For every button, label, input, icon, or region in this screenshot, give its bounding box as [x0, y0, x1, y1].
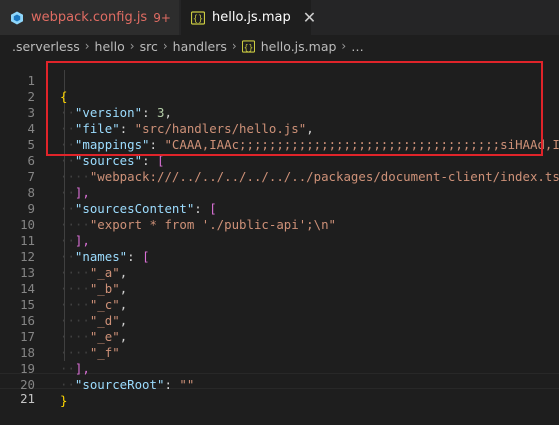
code-line: 4 ··"mappings": "CAAA,IAAc;;;;;;;;;;;;;;…	[0, 105, 559, 152]
json-braces-icon: {}	[190, 10, 206, 25]
json-string: "_d"	[89, 313, 120, 328]
tab-label: webpack.config.js	[31, 10, 148, 25]
svg-text:{}: {}	[193, 14, 203, 24]
json-bracket: ],	[74, 185, 90, 200]
json-string: "_b"	[89, 281, 120, 296]
code-line: 7 ··],	[0, 153, 90, 200]
chevron-right-icon: ›	[162, 39, 168, 53]
code-line: 3 ··"file": "src/handlers/hello.js",	[0, 89, 314, 136]
code-line: 8 ··"sourcesContent": [	[0, 169, 217, 216]
breadcrumb-item[interactable]: .serverless	[12, 39, 80, 54]
chevron-right-icon: ›	[129, 39, 135, 53]
code-line: 2 ··"version": 3,	[0, 73, 172, 120]
json-string: ""	[179, 377, 195, 392]
code-line: 9 ····"export * from './public-api';\n"	[0, 185, 337, 232]
code-line: 17 ····"_f"	[0, 313, 120, 360]
json-key: "names"	[74, 249, 128, 264]
json-string: "_a"	[89, 265, 120, 280]
code-line: 18 ··],	[0, 329, 90, 376]
code-line: 21	[0, 375, 35, 406]
json-string: "_c"	[89, 297, 120, 312]
code-line: 13 ····"_b",	[0, 249, 127, 296]
code-line: 10 ··],	[0, 201, 90, 248]
json-bracket: ],	[74, 361, 90, 376]
chevron-right-icon: ›	[341, 39, 347, 53]
chevron-right-icon: ›	[231, 39, 237, 53]
code-line: 6 ····"webpack:///../../../../../../pack…	[0, 137, 559, 184]
line-number: 21	[20, 391, 35, 406]
webpack-icon	[10, 11, 24, 25]
json-string: "_f"	[89, 345, 120, 360]
breadcrumb: .serverless › hello › src › handlers › {…	[0, 35, 559, 57]
json-bracket: ],	[74, 233, 90, 248]
code-line: 12 ····"_a",	[0, 233, 127, 280]
tab-label: hello.js.map	[212, 10, 291, 25]
code-line: 16 ····"_e",	[0, 297, 127, 344]
svg-text:{}: {}	[243, 42, 252, 51]
breadcrumb-item[interactable]: hello.js.map	[261, 39, 337, 54]
breadcrumb-item[interactable]: handlers	[173, 39, 227, 54]
chevron-right-icon: ›	[84, 39, 90, 53]
json-brace: }	[60, 393, 68, 408]
breadcrumb-item[interactable]: hello	[95, 39, 125, 54]
code-line: 14 ····"_c",	[0, 265, 127, 312]
breadcrumb-more[interactable]: …	[351, 39, 364, 54]
json-string: "export * from './public-api';\n"	[89, 217, 337, 232]
code-line: 19 ··"sourceRoot": ""	[0, 345, 194, 392]
tab-hello-js-map[interactable]: {} hello.js.map ✕	[181, 0, 316, 35]
json-string: "_e"	[89, 329, 120, 344]
close-icon[interactable]: ✕	[303, 9, 316, 26]
json-bracket: [	[142, 249, 150, 264]
breadcrumb-item[interactable]: src	[140, 39, 158, 54]
tab-webpack-config[interactable]: webpack.config.js 9+	[0, 0, 180, 35]
tab-bar: webpack.config.js 9+ {} hello.js.map ✕	[0, 0, 559, 35]
annotation-highlight-box	[46, 61, 543, 156]
code-line: 5 ··"sources": [	[0, 121, 165, 168]
json-key: "sourcesContent"	[74, 201, 195, 216]
code-line: 15 ····"_d",	[0, 281, 127, 328]
problem-count-badge: 9+	[153, 10, 171, 25]
code-line: 1 {	[0, 57, 68, 104]
code-line: 11 ··"names": [	[0, 217, 149, 264]
json-braces-icon: {}	[241, 39, 255, 53]
json-string: "webpack:///../../../../../../packages/d…	[89, 169, 559, 184]
json-key: "sourceRoot"	[74, 377, 165, 392]
json-bracket: [	[209, 201, 217, 216]
